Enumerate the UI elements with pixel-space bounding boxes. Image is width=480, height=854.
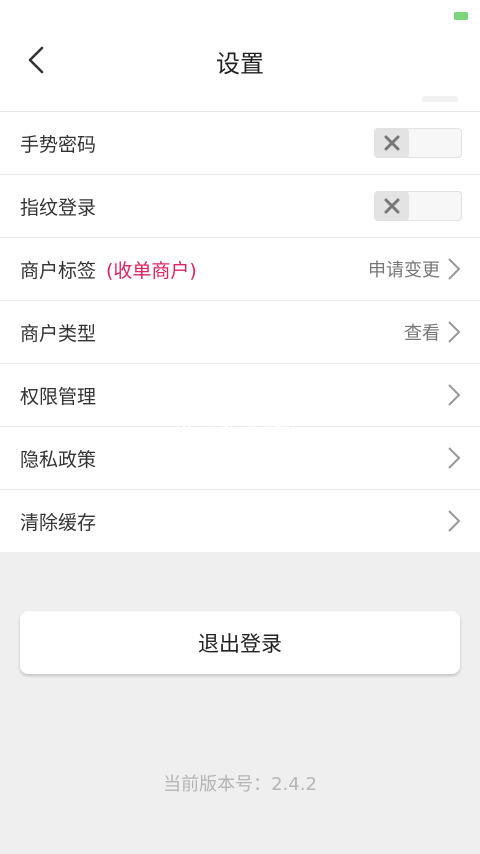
row-label: 权限管理 (20, 385, 97, 408)
partial-row (0, 92, 480, 112)
toggle-knob (375, 192, 409, 220)
battery-icon (454, 12, 468, 20)
settings-row-merchant-tag[interactable]: 商户标签 (收单商户) 申请变更 (0, 238, 480, 301)
header: 设置 (0, 30, 480, 92)
close-icon (384, 198, 400, 214)
version-label: 当前版本号：2.4.2 (163, 774, 317, 795)
row-label: 清除缓存 (20, 511, 97, 534)
gesture-password-toggle[interactable] (374, 128, 462, 158)
row-label: 手势密码 (20, 133, 97, 156)
logout-button[interactable]: 退出登录 (20, 611, 460, 674)
settings-row-merchant-type[interactable]: 商户类型 查看 (0, 301, 480, 364)
row-label: 隐私政策 (20, 448, 97, 471)
svg-text:游戏之家: 游戏之家 (246, 414, 294, 429)
chevron-right-icon (446, 382, 462, 408)
settings-row-fingerprint-login: 指纹登录 (0, 175, 480, 238)
settings-row-gesture-password: 手势密码 (0, 112, 480, 175)
toggle-knob (375, 129, 409, 157)
row-label: 指纹登录 (20, 196, 97, 219)
merchant-tag-badge: (收单商户) (106, 259, 197, 282)
svg-text:.com: .com (248, 430, 276, 445)
chevron-right-icon (446, 508, 462, 534)
watermark-logo: K73 游戏之家 .com (176, 410, 294, 448)
row-value: 申请变更 (368, 260, 440, 281)
row-label: 商户类型 (20, 322, 97, 345)
chevron-right-icon (446, 445, 462, 471)
status-bar (0, 0, 480, 30)
row-value: 查看 (404, 323, 440, 344)
page-title: 设置 (216, 50, 264, 78)
fingerprint-login-toggle[interactable] (374, 191, 462, 221)
close-icon (384, 135, 400, 151)
chevron-right-icon (446, 319, 462, 345)
chevron-right-icon (446, 256, 462, 282)
svg-text:K73: K73 (176, 411, 235, 447)
settings-row-clear-cache[interactable]: 清除缓存 (0, 490, 480, 552)
settings-list: 手势密码 指纹登录 商户标签 (收单商户) 申请变更 商户类型 查看 权限管理 … (0, 112, 480, 552)
row-label: 商户标签 (20, 259, 97, 282)
